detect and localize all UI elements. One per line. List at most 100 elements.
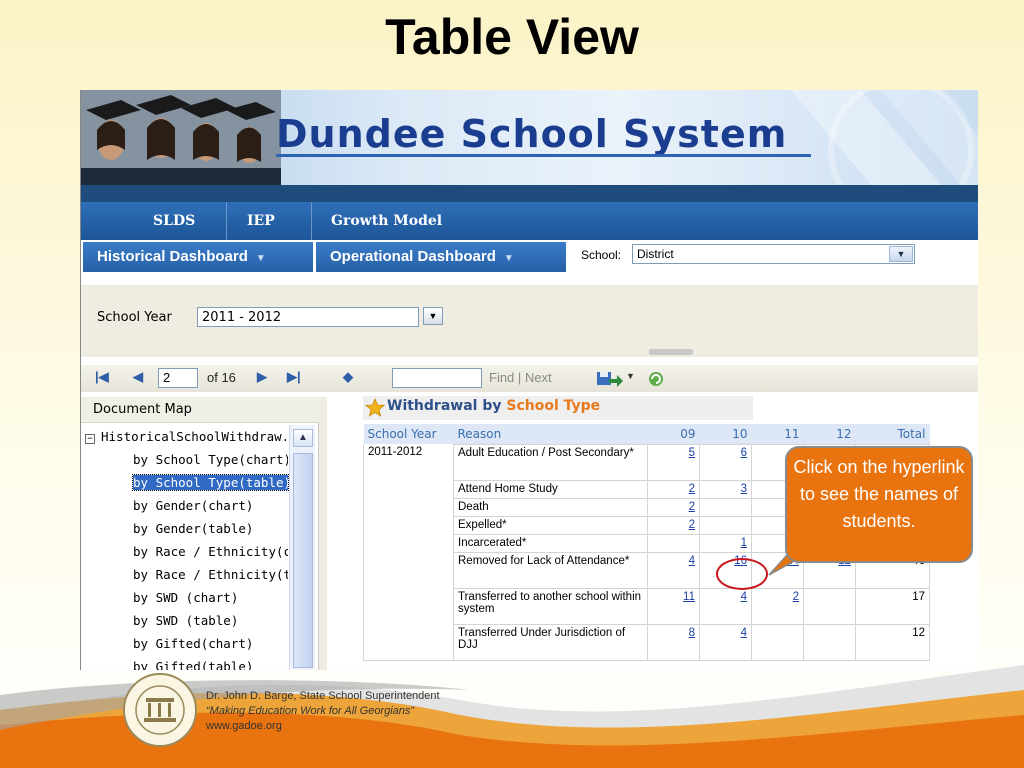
app-screenshot: Dundee School System SLDS IEP Growth Mod… [80, 90, 978, 670]
graduates-photo [81, 90, 281, 185]
chevron-down-icon[interactable]: ▼ [626, 371, 635, 381]
chevron-up-icon[interactable]: ▲ [293, 429, 313, 447]
table-header-row: School Year Reason 09 10 11 12 Total [363, 424, 930, 444]
collapse-icon[interactable]: − [85, 434, 95, 444]
vertical-scrollbar[interactable]: ▲ [289, 425, 315, 670]
count-link[interactable]: 8 [689, 627, 695, 639]
tree-item[interactable]: by School Type(chart) [133, 452, 288, 467]
count-link[interactable]: 4 [741, 627, 747, 639]
count-link[interactable]: 11 [683, 591, 695, 603]
footer-slogan: “Making Education Work for All Georgians… [206, 705, 415, 717]
pane-splitter[interactable] [319, 397, 327, 670]
count-link[interactable]: 2 [689, 483, 695, 495]
back-icon[interactable]: ◆ [343, 369, 353, 385]
site-title: Dundee School System [276, 112, 788, 156]
col-11: 11 [751, 424, 804, 444]
scrollbar-thumb[interactable] [293, 453, 313, 668]
chevron-down-icon[interactable]: ▼ [423, 307, 443, 325]
report-toolbar: |◀ ◀ 2 of 16 ▶ ▶| ◆ Find | Next ▼ [81, 365, 978, 392]
historical-dashboard-menu[interactable]: Historical Dashboard ▼ [83, 242, 313, 272]
nav-slds[interactable]: SLDS [153, 202, 195, 240]
tree-item-selected[interactable]: by School Type(table) [132, 474, 289, 491]
title-underline [276, 154, 811, 157]
tree-root[interactable]: − HistoricalSchoolWithdraw. [81, 429, 286, 444]
count-link[interactable]: 2 [689, 501, 695, 513]
col-total: Total [855, 424, 930, 444]
count-cell: 6 [699, 443, 752, 481]
tree-item[interactable]: by Gender(table) [133, 521, 288, 536]
count-cell: 11 [647, 587, 700, 625]
school-select[interactable]: District ▼ [632, 244, 915, 264]
star-icon [365, 398, 385, 417]
reason-cell: Adult Education / Post Secondary* [453, 443, 648, 481]
report-title-highlight: School Type [506, 398, 601, 414]
next-label: Next [524, 370, 552, 385]
reason-cell: Death [453, 497, 648, 517]
operational-dashboard-menu[interactable]: Operational Dashboard ▼ [316, 242, 566, 272]
report-parameters: School Year 2011 - 2012 ▼ [81, 285, 978, 357]
nav-separator [226, 202, 227, 240]
slide-title: Table View [385, 9, 639, 65]
tree-item[interactable]: by Gender(chart) [133, 498, 288, 513]
chevron-down-icon[interactable]: ▼ [889, 246, 913, 262]
chevron-down-icon: ▼ [503, 253, 514, 264]
last-page-icon[interactable]: ▶| [287, 369, 301, 385]
count-link[interactable]: 3 [741, 483, 747, 495]
reason-cell: Transferred to another school within sys… [453, 587, 648, 625]
dashboard-row: Historical Dashboard ▼ Operational Dashbo… [81, 240, 978, 273]
tree-item[interactable]: by Race / Ethnicity(tab [133, 567, 288, 582]
count-link[interactable]: 4 [689, 555, 695, 567]
col-reason: Reason [453, 424, 648, 444]
count-cell: 5 [647, 443, 700, 481]
col-09: 09 [647, 424, 700, 444]
nav-iep[interactable]: IEP [247, 202, 275, 240]
tree-item[interactable]: by Gifted(chart) [133, 636, 288, 651]
page-count: of 16 [207, 370, 236, 385]
report-title-prefix: Withdrawal by [387, 398, 502, 414]
col-school-year: School Year [363, 424, 454, 444]
next-page-icon[interactable]: ▶ [257, 369, 267, 385]
school-year-label: School Year [97, 310, 172, 325]
total-cell: 17 [855, 587, 930, 625]
first-page-icon[interactable]: |◀ [95, 369, 109, 385]
count-link[interactable]: 2 [793, 591, 799, 603]
footer-website: www.gadoe.org [206, 720, 282, 732]
count-cell: 3 [699, 479, 752, 499]
chevron-down-icon: ▼ [255, 253, 266, 264]
count-cell [699, 497, 752, 517]
count-cell: 2 [647, 479, 700, 499]
document-map-header: Document Map [81, 397, 319, 423]
document-map: Document Map − HistoricalSchoolWithdraw. … [81, 397, 319, 670]
banner-strip [81, 185, 978, 202]
report-title: Withdrawal by School Type [387, 398, 600, 414]
page-number-input[interactable]: 2 [158, 368, 198, 388]
count-cell [699, 515, 752, 535]
collapse-handle[interactable] [649, 349, 693, 355]
site-banner: Dundee School System [81, 90, 978, 185]
count-link[interactable]: 4 [741, 591, 747, 603]
reason-cell: Attend Home Study [453, 479, 648, 499]
find-input[interactable] [392, 368, 482, 388]
reason-cell: Expelled* [453, 515, 648, 535]
refresh-icon[interactable] [647, 370, 665, 388]
count-link[interactable]: 2 [689, 519, 695, 531]
tree-root-label: HistoricalSchoolWithdraw. [101, 429, 286, 444]
find-button[interactable]: Find | Next [489, 370, 552, 385]
count-cell: 4 [699, 587, 752, 625]
count-cell [647, 533, 700, 553]
tree-item[interactable]: by SWD (chart) [133, 590, 288, 605]
school-year-input[interactable]: 2011 - 2012 [197, 307, 419, 327]
count-cell: 4 [647, 551, 700, 589]
count-link[interactable]: 5 [689, 447, 695, 459]
department-of-education-seal [123, 673, 197, 747]
count-link[interactable]: 6 [741, 447, 747, 459]
tree-item[interactable]: by Race / Ethnicity(ch [133, 544, 288, 559]
find-separator: | [517, 370, 522, 385]
count-cell: 2 [647, 497, 700, 517]
export-icon[interactable] [595, 369, 627, 389]
nav-growth-model[interactable]: Growth Model [331, 202, 442, 240]
count-cell [803, 587, 856, 625]
previous-page-icon[interactable]: ◀ [133, 369, 143, 385]
tree-item[interactable]: by SWD (table) [133, 613, 288, 628]
count-link[interactable]: 1 [741, 537, 747, 549]
